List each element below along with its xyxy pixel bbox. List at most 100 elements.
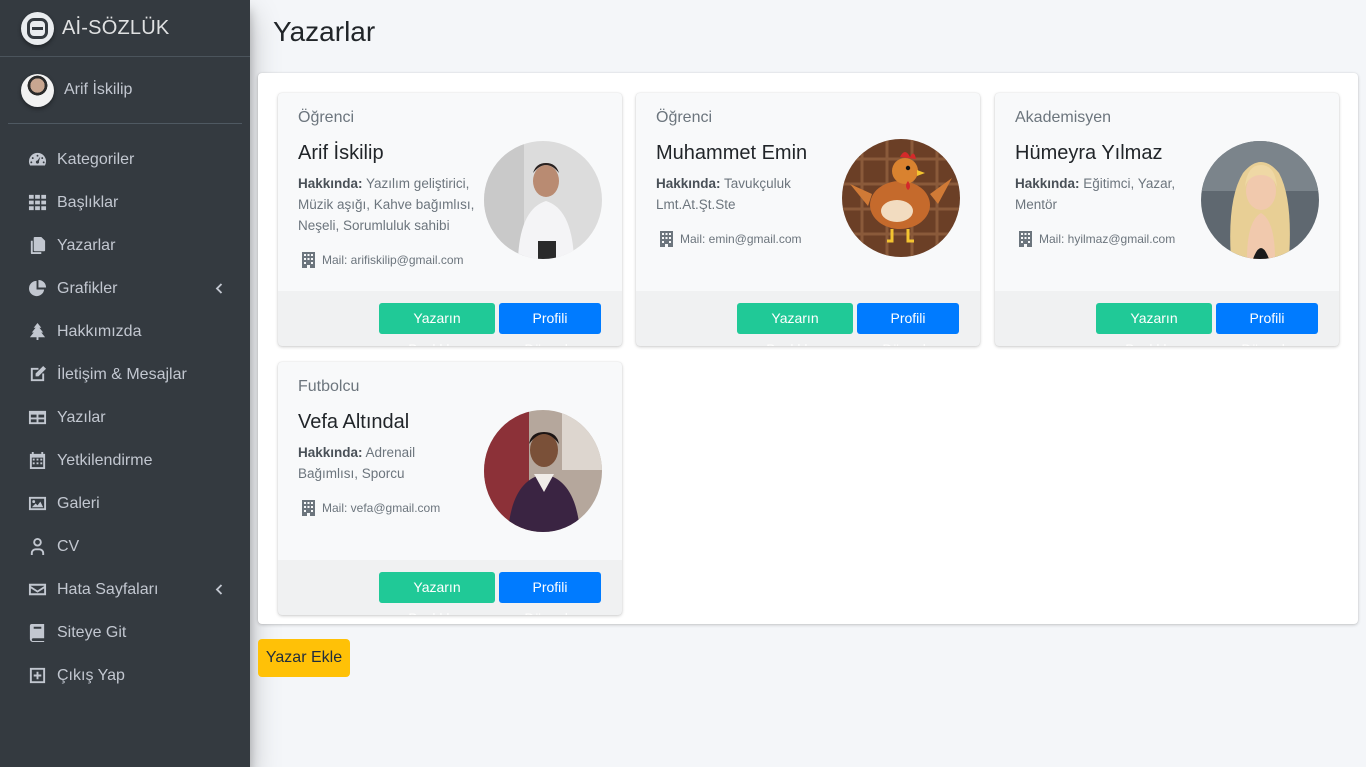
sidebar-item-label: Hakkımızda <box>57 322 142 340</box>
sidebar-item-yetkilendirme[interactable]: Yetkilendirme <box>0 439 250 482</box>
book-icon <box>28 623 47 642</box>
writer-mail: Mail: hyilmaz@gmail.com <box>1019 231 1175 247</box>
pie-chart-icon <box>28 279 47 298</box>
writer-name: Hümeyra Yılmaz <box>1015 142 1163 164</box>
writer-mail: Mail: arifiskilip@gmail.com <box>302 252 464 268</box>
sidebar-item-label: Kategoriler <box>57 150 135 168</box>
writer-name: Muhammet Emin <box>656 142 808 164</box>
writer-role: Futbolcu <box>298 378 360 395</box>
sidebar-item-hata-sayfalari[interactable]: Hata Sayfaları <box>0 568 250 611</box>
chevron-left-icon <box>211 582 226 597</box>
user-icon <box>28 537 47 556</box>
copy-icon <box>28 236 47 255</box>
mail-text: Mail: hyilmaz@gmail.com <box>1039 232 1176 246</box>
edit-icon <box>28 365 47 384</box>
about-label: Hakkında: <box>298 176 363 191</box>
sidebar-item-grafikler[interactable]: Grafikler <box>0 267 250 310</box>
sidebar-item-cv[interactable]: CV <box>0 525 250 568</box>
sidebar-item-label: Yazılar <box>57 408 106 426</box>
user-name[interactable]: Arif İskilip <box>64 81 132 99</box>
tree-icon <box>28 322 47 341</box>
sidebar-item-label: Grafikler <box>57 279 118 297</box>
chevron-left-icon <box>211 281 226 296</box>
sidebar-item-label: Çıkış Yap <box>57 666 125 684</box>
edit-profile-button[interactable]: Profili Düzenle <box>857 303 959 346</box>
about-label: Hakkında: <box>1015 176 1080 191</box>
writer-titles-button[interactable]: Yazarın Başlıkları <box>1096 303 1212 346</box>
main-sidebar: Aİ-SÖZLÜK Arif İskilip Kategoriler Başlı… <box>0 0 250 767</box>
writer-card: Öğrenci Arif İskilip Hakkında: Yazılım g… <box>278 93 622 346</box>
writer-photo <box>484 410 602 532</box>
mail-text: Mail: emin@gmail.com <box>680 232 802 246</box>
mail-text: Mail: vefa@gmail.com <box>322 501 441 515</box>
table-icon <box>28 408 47 427</box>
edit-profile-button[interactable]: Profili Düzenle <box>499 303 601 346</box>
edit-profile-button[interactable]: Profili Düzenle <box>1216 303 1318 346</box>
envelope-icon <box>28 580 47 599</box>
writer-about: Hakkında: Eğitimci, Yazar, Mentör <box>1015 173 1180 215</box>
dashboard-icon <box>28 150 47 169</box>
about-label: Hakkında: <box>656 176 721 191</box>
sidebar-item-label: Yazarlar <box>57 236 116 254</box>
sidebar-item-label: İletişim & Mesajlar <box>57 365 187 383</box>
writer-about: Hakkında: Yazılım geliştirici, Müzik aşı… <box>298 173 476 236</box>
writer-titles-button[interactable]: Yazarın Başlıkları <box>379 303 495 346</box>
writer-name: Arif İskilip <box>298 142 384 164</box>
about-label: Hakkında: <box>298 445 363 460</box>
card-footer: Yazarın Başlıkları Profili Düzenle <box>278 291 622 346</box>
sidebar-nav: Kategoriler Başlıklar Yazarlar Grafikler… <box>0 138 250 697</box>
writer-mail: Mail: emin@gmail.com <box>660 231 802 247</box>
writer-mail: Mail: vefa@gmail.com <box>302 500 440 516</box>
writer-card: Futbolcu Vefa Altındal Hakkında: Adrenai… <box>278 362 622 615</box>
building-icon <box>302 252 315 268</box>
sidebar-item-siteye-git[interactable]: Siteye Git <box>0 611 250 654</box>
plus-square-icon <box>28 666 47 685</box>
sidebar-item-label: CV <box>57 537 80 555</box>
sidebar-item-cikis-yap[interactable]: Çıkış Yap <box>0 654 250 697</box>
sidebar-item-label: Hata Sayfaları <box>57 580 159 598</box>
writer-name: Vefa Altındal <box>298 411 410 433</box>
card-footer: Yazarın Başlıkları Profili Düzenle <box>278 560 622 615</box>
avatar <box>21 73 54 107</box>
writer-titles-button[interactable]: Yazarın Başlıkları <box>379 572 495 615</box>
brand-logo-icon <box>21 11 54 45</box>
writer-role: Öğrenci <box>298 109 355 126</box>
writer-titles-button[interactable]: Yazarın Başlıkları <box>737 303 853 346</box>
writers-panel: Öğrenci Arif İskilip Hakkında: Yazılım g… <box>258 73 1358 624</box>
writer-photo <box>484 141 602 259</box>
writer-photo <box>1201 141 1319 259</box>
writer-role: Öğrenci <box>656 109 713 126</box>
mail-text: Mail: arifiskilip@gmail.com <box>322 253 464 267</box>
sidebar-item-label: Galeri <box>57 494 100 512</box>
writer-card: Akademisyen Hümeyra Yılmaz Hakkında: Eği… <box>995 93 1339 346</box>
sidebar-item-galeri[interactable]: Galeri <box>0 482 250 525</box>
page-title: Yazarlar <box>273 16 376 47</box>
sidebar-item-kategoriler[interactable]: Kategoriler <box>0 138 250 181</box>
sidebar-item-yazarlar[interactable]: Yazarlar <box>0 224 250 267</box>
sidebar-item-hakkimizda[interactable]: Hakkımızda <box>0 310 250 353</box>
add-writer-button[interactable]: Yazar Ekle <box>258 639 350 677</box>
sidebar-item-yazilar[interactable]: Yazılar <box>0 396 250 439</box>
sidebar-item-basliklar[interactable]: Başlıklar <box>0 181 250 224</box>
sidebar-item-label: Başlıklar <box>57 193 119 211</box>
building-icon <box>1019 231 1032 247</box>
sidebar-item-iletisim[interactable]: İletişim & Mesajlar <box>0 353 250 396</box>
building-icon <box>302 500 315 516</box>
writer-about: Hakkında: Adrenail Bağımlısı, Sporcu <box>298 442 448 484</box>
sidebar-item-label: Siteye Git <box>57 623 127 641</box>
writer-about: Hakkında: Tavukçuluk Lmt.At.Şt.Ste <box>656 173 806 215</box>
card-footer: Yazarın Başlıkları Profili Düzenle <box>995 291 1339 346</box>
grid-icon <box>28 193 47 212</box>
card-footer: Yazarın Başlıkları Profili Düzenle <box>636 291 980 346</box>
sidebar-item-label: Yetkilendirme <box>57 451 153 469</box>
writer-role: Akademisyen <box>1015 109 1112 126</box>
writer-photo <box>842 139 960 257</box>
user-panel[interactable]: Arif İskilip <box>8 57 242 124</box>
edit-profile-button[interactable]: Profili Düzenle <box>499 572 601 615</box>
brand-text: Aİ-SÖZLÜK <box>62 16 170 39</box>
brand-link[interactable]: Aİ-SÖZLÜK <box>0 0 250 57</box>
building-icon <box>660 231 673 247</box>
calendar-icon <box>28 451 47 470</box>
writer-card: Öğrenci Muhammet Emin Hakkında: Tavukçul… <box>636 93 980 346</box>
image-icon <box>28 494 47 513</box>
